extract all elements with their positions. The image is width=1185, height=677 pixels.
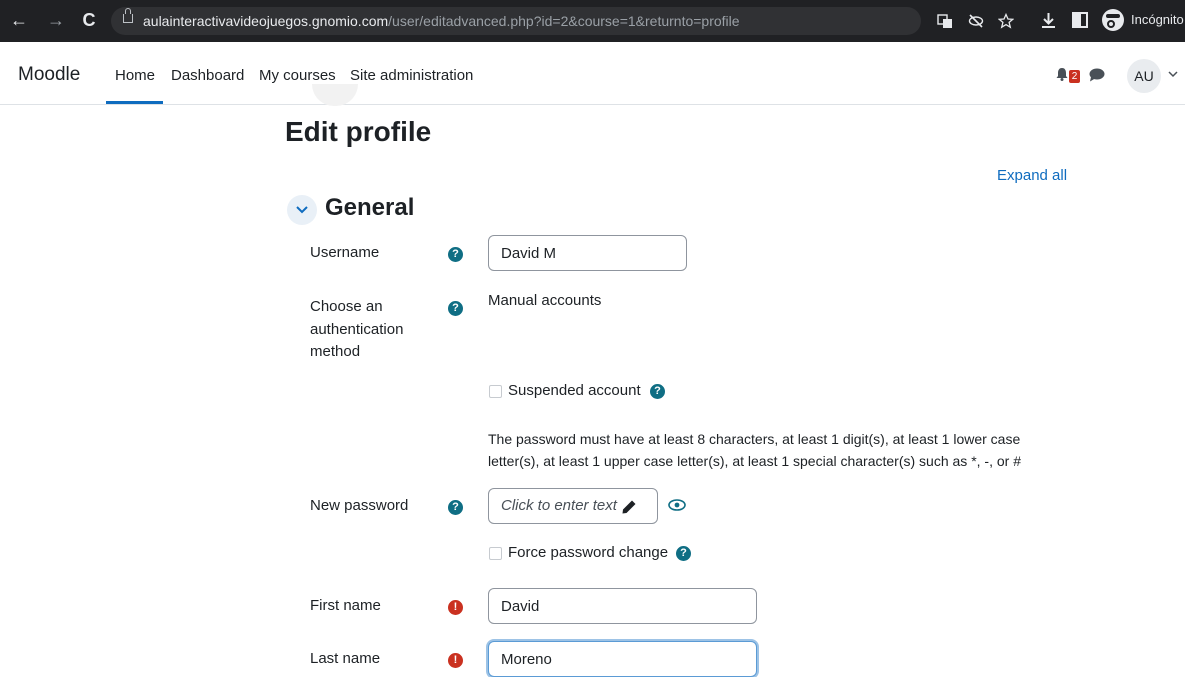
force-password-change-checkbox[interactable] <box>489 547 502 560</box>
url-path: /user/editadvanced.php?id=2&course=1&ret… <box>388 13 740 29</box>
required-icon: ! <box>448 600 463 615</box>
help-icon[interactable]: ? <box>448 500 463 515</box>
new-password-placeholder[interactable]: Click to enter text <box>501 497 617 514</box>
username-label: Username <box>310 244 380 261</box>
download-icon[interactable] <box>1040 12 1057 29</box>
new-password-field[interactable]: Click to enter text <box>488 488 658 524</box>
chevron-down-icon <box>296 206 308 214</box>
forward-icon[interactable]: → <box>45 9 67 31</box>
auth-method-value: Manual accounts <box>488 292 602 309</box>
expand-all-link[interactable]: Expand all <box>997 167 1067 184</box>
site-brand[interactable]: Moodle <box>18 64 80 86</box>
suspended-label[interactable]: Suspended account <box>508 382 641 399</box>
url-host: aulainteractivavideojuegos.gnomio.com <box>143 13 389 29</box>
suspended-checkbox[interactable] <box>489 385 502 398</box>
help-icon[interactable]: ? <box>448 247 463 262</box>
site-navbar: Moodle Home Dashboard My courses Site ad… <box>0 42 1185 105</box>
section-title-general: General <box>325 194 415 221</box>
lock-icon <box>123 8 133 23</box>
nav-link-site-administration[interactable]: Site administration <box>350 67 473 84</box>
password-rules-text: The password must have at least 8 charac… <box>488 431 1021 469</box>
star-icon[interactable] <box>998 13 1014 29</box>
help-icon[interactable]: ? <box>650 384 665 399</box>
help-icon[interactable]: ? <box>676 546 691 561</box>
section-collapse-toggle[interactable] <box>287 195 317 225</box>
help-icon[interactable]: ? <box>448 301 463 316</box>
nav-link-home[interactable]: Home <box>115 67 155 84</box>
active-nav-indicator <box>106 101 163 104</box>
first-name-label: First name <box>310 597 381 614</box>
chat-icon[interactable] <box>1089 68 1105 82</box>
notification-count-badge: 2 <box>1069 70 1080 83</box>
incognito-icon[interactable] <box>1102 9 1124 31</box>
last-name-input[interactable] <box>488 641 757 677</box>
reload-icon[interactable]: C <box>78 9 100 31</box>
last-name-label: Last name <box>310 650 381 667</box>
nav-link-dashboard[interactable]: Dashboard <box>171 67 244 84</box>
browser-toolbar: ← → C aulainteractivavideojuegos.gnomio.… <box>0 0 1185 42</box>
user-avatar[interactable]: AU <box>1127 59 1161 93</box>
force-password-change-label[interactable]: Force password change <box>508 544 668 561</box>
sidebar-icon[interactable] <box>1072 12 1088 28</box>
username-input[interactable] <box>488 235 687 271</box>
first-name-input[interactable] <box>488 588 757 624</box>
chevron-down-icon[interactable] <box>1168 69 1178 81</box>
address-bar[interactable]: aulainteractivavideojuegos.gnomio.com/us… <box>111 7 1014 35</box>
url-text: aulainteractivavideojuegos.gnomio.com/us… <box>143 12 740 30</box>
translate-icon[interactable] <box>937 13 953 29</box>
eye-off-icon[interactable] <box>968 13 984 29</box>
show-password-eye-icon[interactable] <box>668 498 686 512</box>
new-password-label: New password <box>310 497 409 514</box>
auth-method-label: Choose an authentication method <box>310 298 404 360</box>
incognito-label[interactable]: Incógnito <box>1131 12 1184 27</box>
page-title: Edit profile <box>285 116 432 147</box>
nav-link-my-courses[interactable]: My courses <box>259 67 336 84</box>
required-icon: ! <box>448 653 463 668</box>
bell-icon[interactable] <box>1055 67 1069 81</box>
back-icon[interactable]: ← <box>8 9 30 31</box>
pencil-icon <box>622 500 636 514</box>
